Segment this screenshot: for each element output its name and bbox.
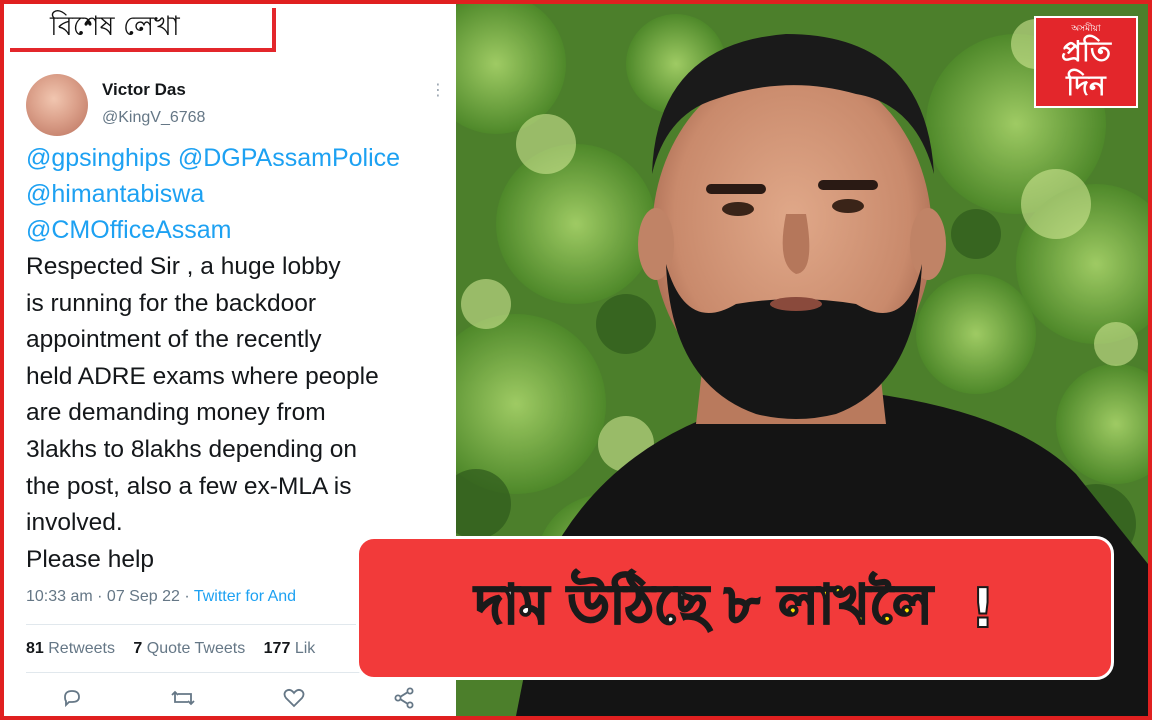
tweet-source[interactable]: Twitter for And — [194, 588, 296, 605]
headline-exclamation: ! — [970, 576, 997, 641]
headline-banner: দাম উঠিছে ৮ লাখলৈ ! — [356, 536, 1114, 680]
logo-line-1: প্রতি — [1061, 35, 1111, 68]
tweet-timestamp[interactable]: 10:33 am · 07 Sep 22 · — [26, 588, 190, 605]
retweets-stat[interactable]: 81 Retweets — [26, 640, 115, 657]
headline-part-2: ৮ লাখলৈ — [723, 572, 933, 637]
avatar[interactable] — [26, 74, 88, 136]
mention-line[interactable]: @gpsinghips @DGPAssamPolice — [26, 140, 456, 176]
tweet-actions — [4, 680, 456, 716]
more-options-icon[interactable]: ⋮ — [430, 80, 446, 99]
brand-logo: অসমীয়া প্রতি দিন — [1034, 16, 1138, 108]
news-graphic: বিশেষ লেখা Victor Das @KingV_6768 ⋮ @gps… — [4, 4, 1148, 716]
retweet-icon[interactable] — [170, 686, 196, 710]
tweet-line: is running for the backdoor — [26, 289, 317, 317]
headline-part-1: দাম উঠিছে — [474, 572, 710, 637]
tweet-line: appointment of the recently — [26, 326, 322, 354]
tweet-line: 3lakhs to 8lakhs depending on — [26, 435, 358, 463]
user-handle[interactable]: @KingV_6768 — [102, 109, 205, 127]
logo-subtitle: অসমীয়া — [1071, 24, 1101, 34]
like-icon[interactable] — [282, 686, 306, 710]
likes-stat[interactable]: 177 Lik — [264, 640, 316, 657]
user-name[interactable]: Victor Das — [102, 80, 186, 100]
tweet-text: Respected Sir , a huge lobby is running … — [26, 249, 454, 578]
mention-line[interactable]: @himantabiswa — [26, 176, 456, 212]
tweet-line: held ADRE exams where people — [26, 362, 379, 390]
tweet-line: are demanding money from — [26, 399, 326, 427]
tweet-line: the post, also a few ex-MLA is — [26, 472, 352, 500]
tweet-mentions: @gpsinghips @DGPAssamPolice @himantabisw… — [26, 140, 456, 248]
logo-line-2: দিন — [1066, 69, 1106, 102]
mention-line[interactable]: @CMOfficeAssam — [26, 212, 456, 248]
reply-icon[interactable] — [60, 686, 84, 710]
quote-tweets-stat[interactable]: 7 Quote Tweets — [133, 640, 245, 657]
tweet-line: Respected Sir , a huge lobby — [26, 253, 341, 280]
share-icon[interactable] — [392, 686, 416, 710]
section-tag: বিশেষ লেখা — [10, 8, 276, 52]
